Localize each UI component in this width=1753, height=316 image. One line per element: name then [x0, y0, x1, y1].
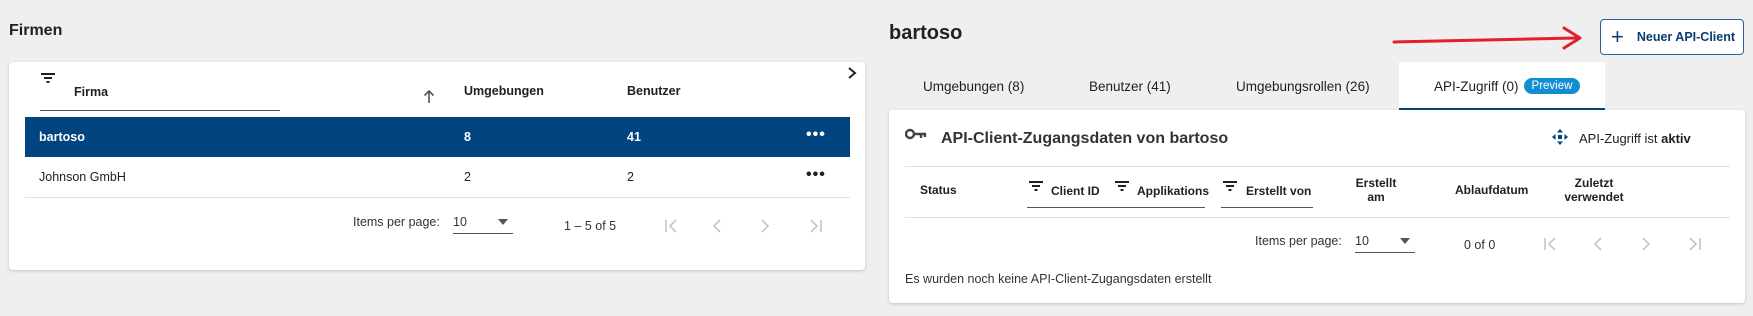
annotation-arrow-icon — [1392, 26, 1582, 50]
column-header-zuletzt-line2: verwendet — [1564, 190, 1624, 204]
column-header-ablaufdatum[interactable]: Ablaufdatum — [1455, 183, 1528, 197]
filter-icon[interactable] — [1029, 180, 1043, 192]
new-api-client-label: Neuer API-Client — [1636, 30, 1736, 44]
api-status: API-Zugriff ist aktiv — [1579, 131, 1691, 146]
page-size-value: 10 — [1355, 234, 1369, 248]
tab-umgebungsrollen[interactable]: Umgebungsrollen (26) — [1236, 79, 1370, 94]
tab-umgebungen[interactable]: Umgebungen (8) — [923, 79, 1024, 94]
api-status-value: aktiv — [1661, 131, 1691, 146]
items-per-page-label: Items per page: — [1255, 234, 1342, 248]
plus-icon: + — [1611, 24, 1624, 49]
company-title: bartoso — [889, 22, 963, 44]
next-page-icon[interactable] — [759, 219, 771, 233]
last-page-icon[interactable] — [1686, 237, 1702, 251]
last-page-icon[interactable] — [807, 219, 823, 233]
dropdown-arrow-icon — [498, 219, 508, 225]
column-header-applikations[interactable]: Applikations — [1137, 184, 1209, 198]
tab-benutzer[interactable]: Benutzer (41) — [1089, 79, 1171, 94]
column-header-zuletzt-line1: Zuletzt — [1574, 176, 1614, 190]
companies-title: Firmen — [9, 22, 63, 39]
column-header-status[interactable]: Status — [920, 183, 957, 197]
empty-state-message: Es wurden noch keine API-Client-Zugangsd… — [905, 272, 1212, 286]
api-status-prefix: API-Zugriff ist — [1579, 131, 1658, 146]
column-header-benutzer[interactable]: Benutzer — [627, 84, 680, 98]
tab-api-zugriff-label: API-Zugriff (0) — [1434, 78, 1519, 94]
more-options-icon[interactable]: ••• — [806, 167, 826, 183]
page-size-select[interactable]: 10 — [453, 210, 513, 234]
select-underline — [1355, 252, 1415, 253]
cell-benutzer: 2 — [627, 170, 634, 184]
page-range: 1 – 5 of 5 — [564, 219, 617, 233]
page-range: 0 of 0 — [1464, 238, 1496, 252]
previous-page-icon[interactable] — [711, 219, 723, 233]
filter-icon[interactable] — [41, 72, 55, 84]
previous-page-icon[interactable] — [1592, 237, 1604, 251]
filter-icon[interactable] — [1115, 180, 1129, 192]
filter-underline — [1113, 207, 1205, 208]
header-divider — [905, 166, 1730, 167]
filter-underline — [1221, 207, 1313, 208]
filter-underline — [40, 110, 280, 111]
page-size-value: 10 — [453, 215, 467, 229]
dropdown-arrow-icon — [1400, 238, 1410, 244]
cell-firma: bartoso — [39, 130, 85, 144]
filter-icon[interactable] — [1223, 180, 1237, 192]
filter-underline — [1027, 207, 1117, 208]
table-row[interactable]: bartoso 8 41 ••• — [25, 117, 850, 157]
page-size-select[interactable]: 10 — [1355, 229, 1415, 253]
companies-table-card: Firma Umgebungen Benutzer bartoso 8 41 •… — [9, 62, 865, 270]
column-header-firma[interactable]: Firma — [74, 85, 108, 99]
preview-badge: Preview — [1523, 78, 1581, 94]
section-title: API-Client-Zugangsdaten von bartoso — [941, 130, 1229, 147]
column-header-erstellt-am-line1: Erstellt — [1355, 176, 1397, 190]
key-icon — [905, 128, 927, 140]
tab-api-zugriff[interactable]: API-Zugriff (0) Preview — [1399, 62, 1605, 110]
api-status-icon — [1552, 129, 1568, 145]
column-header-client-id[interactable]: Client ID — [1051, 184, 1100, 198]
next-page-icon[interactable] — [1640, 237, 1652, 251]
select-underline — [453, 233, 513, 234]
column-header-erstellt-am-line2: am — [1367, 190, 1385, 204]
cell-umgebungen: 2 — [464, 170, 471, 184]
items-per-page-label: Items per page: — [353, 215, 440, 229]
first-page-icon[interactable] — [1543, 237, 1559, 251]
column-header-erstellt-von[interactable]: Erstellt von — [1246, 184, 1311, 198]
row-divider — [25, 197, 850, 198]
cell-umgebungen: 8 — [464, 130, 471, 144]
sort-arrow-up-icon[interactable] — [423, 90, 435, 104]
api-client-card: API-Client-Zugangsdaten von bartoso API-… — [889, 110, 1745, 303]
cell-firma: Johnson GmbH — [39, 170, 126, 184]
table-row[interactable]: Johnson GmbH 2 2 ••• — [25, 157, 850, 197]
column-header-umgebungen[interactable]: Umgebungen — [464, 84, 544, 98]
header-bottom-divider — [905, 217, 1730, 218]
column-header-zuletzt-verwendet[interactable]: Zuletzt verwendet — [1559, 176, 1629, 204]
first-page-icon[interactable] — [664, 219, 680, 233]
cell-benutzer: 41 — [627, 130, 641, 144]
more-options-icon[interactable]: ••• — [806, 127, 826, 143]
new-api-client-button[interactable]: + Neuer API-Client — [1600, 19, 1744, 55]
column-header-erstellt-am[interactable]: Erstellt am — [1351, 176, 1401, 204]
chevron-right-icon[interactable] — [845, 66, 859, 80]
